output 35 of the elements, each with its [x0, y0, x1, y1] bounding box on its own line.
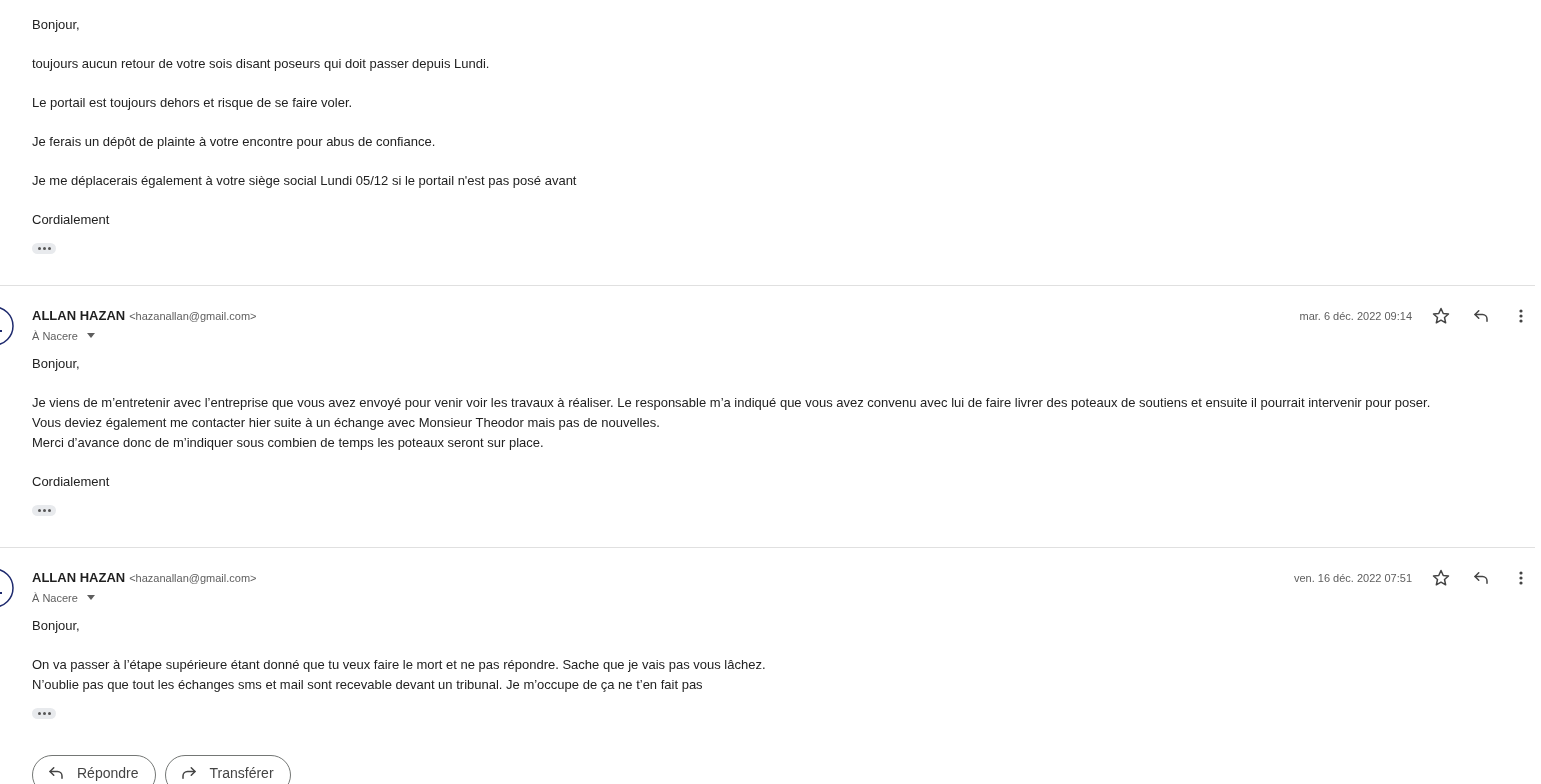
- caret-icon: [85, 595, 96, 601]
- sender-email: <hazanallan@gmail.com>: [129, 309, 257, 324]
- show-trimmed-button[interactable]: [32, 708, 56, 719]
- message-text: Bonjour,: [32, 617, 81, 635]
- reply-icon: [1472, 569, 1490, 587]
- forward-icon: [179, 764, 198, 782]
- more-icon: [1519, 571, 1523, 585]
- message-date: ven. 16 déc. 2022 07:51: [1293, 570, 1412, 586]
- message-text: N’oublie pas que tout les échanges sms et mail sont recevable devant un tribunal. Je m’occupe de ça ne t’en fait pas: [32, 676, 704, 694]
- reply-icon: [47, 764, 65, 782]
- caret-icon: [85, 333, 96, 339]
- message-text: On va passer à l’étape supérieure étant donné que tu veux faire le mort et ne pas répondre. Sache que je vais pas vous lâchez.: [32, 656, 767, 674]
- message-text: toujours aucun retour de votre sois disant poseurs qui doit passer depuis Lundi.: [32, 55, 491, 73]
- recipient-dropdown[interactable]: À Nacere: [32, 326, 96, 346]
- show-trimmed-button[interactable]: [32, 505, 56, 516]
- message-text: Le portail est toujours dehors et risque de se faire voler.: [32, 94, 354, 112]
- message-text: Bonjour,: [32, 355, 81, 373]
- message-text: Je viens de m’entretenir avec l’entreprise que vous avez envoyé pour venir voir les travaux à réaliser. Le responsable m’a indiqué que vous avez convenu avec lui de faire livrer des poteaux de soutiens et ensuite il pourrait intervenir pour poser.: [32, 394, 1432, 412]
- message-text: Je me déplacerais également à votre siège social Lundi 05/12 si le portail n'est pas posé avant: [32, 172, 578, 190]
- message-date: mar. 6 déc. 2022 09:14: [1299, 308, 1412, 324]
- star-icon[interactable]: [1431, 568, 1451, 588]
- message-text: Vous deviez également me contacter hier suite à un échange avec Monsieur Theodor mais pas de nouvelles.: [32, 414, 661, 432]
- message-text: Merci d’avance donc de m’indiquer sous combien de temps les poteaux seront sur place.: [32, 434, 545, 452]
- show-trimmed-button[interactable]: [32, 243, 56, 254]
- message-text: Je ferais un dépôt de plainte à votre encontre pour abus de confiance.: [32, 133, 437, 151]
- sender-email: <hazanallan@gmail.com>: [129, 571, 257, 586]
- sender-name: ALLAN HAZAN: [32, 307, 126, 325]
- message-text: Bonjour,: [32, 16, 81, 34]
- more-icon: [1519, 309, 1523, 323]
- message-text: Cordialement: [32, 211, 111, 229]
- star-icon[interactable]: [1431, 306, 1451, 326]
- message-text: Cordialement: [32, 473, 111, 491]
- recipient-dropdown[interactable]: À Nacere: [32, 588, 96, 608]
- reply-icon: [1472, 307, 1490, 325]
- sender-name: ALLAN HAZAN: [32, 569, 126, 587]
